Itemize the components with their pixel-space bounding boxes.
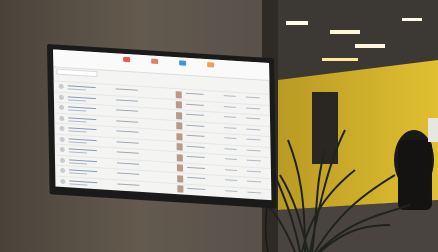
text-placeholder-bar	[115, 88, 138, 91]
search-input[interactable]	[56, 68, 98, 78]
photo-thumbnail	[176, 132, 183, 141]
orange-square-icon	[206, 62, 214, 68]
text-placeholder-bar	[224, 158, 237, 161]
text-placeholder-bar	[245, 107, 260, 110]
avatar-icon	[60, 178, 66, 184]
ceiling-light	[286, 21, 308, 25]
text-placeholder-bar	[69, 172, 88, 175]
text-placeholder-bar	[246, 149, 261, 152]
text-placeholder-bar	[225, 189, 238, 192]
text-placeholder-bar	[186, 166, 205, 169]
avatar-icon	[59, 115, 65, 121]
text-placeholder-bar	[246, 117, 261, 120]
photo-thumbnail	[176, 143, 183, 151]
text-placeholder-bar	[69, 182, 88, 186]
text-placeholder-bar	[116, 140, 139, 144]
text-placeholder-bar	[68, 119, 87, 123]
tv-screen	[53, 49, 272, 201]
text-placeholder-bar	[186, 134, 205, 138]
avatar-icon	[59, 125, 65, 132]
photo-thumbnail	[176, 111, 183, 120]
text-placeholder-bar	[187, 187, 206, 190]
text-placeholder-bar	[246, 159, 261, 162]
text-placeholder-bar	[224, 116, 237, 119]
text-placeholder-bar	[224, 137, 237, 140]
photo-thumbnail	[176, 153, 183, 162]
chair	[398, 140, 432, 210]
text-placeholder-bar	[247, 191, 262, 194]
avatar-icon	[60, 167, 66, 174]
text-placeholder-bar	[186, 124, 205, 127]
text-placeholder-bar	[224, 147, 237, 150]
text-placeholder-bar	[117, 172, 140, 176]
photo-thumbnail	[176, 164, 184, 172]
text-placeholder-bar	[186, 155, 205, 159]
tab-1[interactable]	[115, 56, 137, 69]
text-placeholder-bar	[69, 161, 88, 165]
text-placeholder-bar	[115, 98, 138, 102]
text-placeholder-bar	[116, 130, 139, 133]
text-placeholder-bar	[185, 103, 204, 106]
ceiling-light	[355, 44, 385, 48]
text-placeholder-bar	[68, 140, 87, 144]
text-placeholder-bar	[116, 119, 139, 123]
white-sign	[428, 118, 438, 142]
wall-tv	[47, 44, 277, 209]
text-placeholder-bar	[186, 145, 205, 148]
red-square-icon	[150, 58, 158, 64]
text-placeholder-bar	[68, 130, 87, 133]
ceiling-light	[322, 58, 358, 61]
text-placeholder-bar	[187, 176, 206, 180]
text-placeholder-bar	[224, 168, 237, 171]
photo-thumbnail	[175, 101, 182, 109]
text-placeholder-bar	[185, 92, 204, 96]
text-placeholder-bar	[246, 138, 261, 141]
text-placeholder-bar	[186, 113, 205, 117]
text-placeholder-bar	[246, 170, 261, 173]
text-placeholder-bar	[116, 161, 139, 165]
photo-scene	[0, 0, 438, 252]
photo-thumbnail	[177, 174, 184, 183]
text-placeholder-bar	[116, 109, 139, 112]
avatar-icon	[59, 104, 65, 111]
avatar-icon	[58, 94, 64, 100]
text-placeholder-bar	[116, 151, 139, 154]
text-placeholder-bar	[246, 128, 261, 131]
ceiling-light	[402, 18, 422, 21]
red-square-icon	[122, 56, 130, 63]
avatar-icon	[58, 83, 64, 90]
avatar-icon	[59, 146, 65, 153]
photo-thumbnail	[176, 122, 183, 130]
text-placeholder-bar	[223, 105, 236, 108]
avatar-icon	[59, 136, 65, 142]
photo-thumbnail	[177, 185, 184, 193]
tab-3[interactable]	[171, 60, 193, 73]
text-placeholder-bar	[68, 151, 87, 154]
text-placeholder-bar	[247, 180, 262, 183]
tab-2[interactable]	[143, 58, 165, 71]
avatar-icon	[59, 157, 66, 163]
tab-4[interactable]	[199, 62, 221, 75]
text-placeholder-bar	[223, 95, 236, 98]
text-placeholder-bar	[67, 88, 86, 91]
text-placeholder-bar	[245, 96, 260, 99]
text-placeholder-bar	[117, 182, 140, 186]
photo-thumbnail	[175, 90, 182, 98]
ceiling-light	[330, 30, 360, 34]
text-placeholder-bar	[225, 179, 238, 182]
text-placeholder-bar	[67, 98, 86, 102]
text-placeholder-bar	[68, 109, 87, 112]
text-placeholder-bar	[224, 126, 237, 129]
blue-square-icon	[178, 60, 186, 66]
